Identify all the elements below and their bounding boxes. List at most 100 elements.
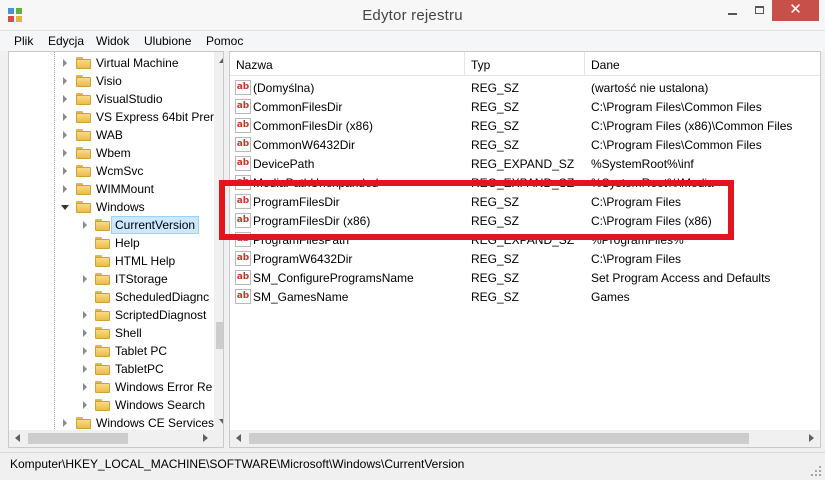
tree-item[interactable]: ScriptedDiagnost <box>9 306 214 324</box>
tree-item[interactable]: WAB <box>9 126 214 144</box>
folder-icon <box>76 165 91 177</box>
value-row[interactable]: ab CommonFilesDir REG_SZ C:\Program Files\C… <box>230 97 820 116</box>
value-type: REG_SZ <box>471 138 520 152</box>
chevron-right-icon[interactable] <box>63 185 67 193</box>
menu-ulubione[interactable]: Ulubione <box>144 34 191 48</box>
chevron-right-icon[interactable] <box>63 113 67 121</box>
scroll-left-icon[interactable] <box>236 434 241 442</box>
column-header-data[interactable]: Dane <box>585 52 820 76</box>
value-name: CommonFilesDir (x86) <box>253 119 374 133</box>
value-row[interactable]: ab CommonW6432Dir REG_SZ C:\Program Files\C… <box>230 135 820 154</box>
tree-item[interactable]: Windows <box>9 198 214 216</box>
menu-widok[interactable]: Widok <box>96 34 129 48</box>
value-row[interactable]: ab CommonFilesDir (x86) REG_SZ C:\Program F… <box>230 116 820 135</box>
tree-item[interactable]: Tablet PC <box>9 342 214 360</box>
chevron-right-icon[interactable] <box>63 77 67 85</box>
scroll-up-icon[interactable] <box>219 58 223 63</box>
chevron-right-icon[interactable] <box>83 347 87 355</box>
string-value-icon: ab <box>235 270 251 285</box>
chevron-down-icon[interactable] <box>61 205 69 210</box>
title-bar: Edytor rejestru ✕ <box>0 0 825 31</box>
minimize-button[interactable] <box>719 0 746 21</box>
highlight-box <box>219 180 734 240</box>
tree-item[interactable]: Wbem <box>9 144 214 162</box>
tree-item-label: CurrentVersion <box>111 216 200 234</box>
chevron-right-icon[interactable] <box>83 311 87 319</box>
scroll-down-icon[interactable] <box>219 419 223 424</box>
maximize-button[interactable] <box>746 0 772 21</box>
tree-item[interactable]: Windows Error Re <box>9 378 214 396</box>
folder-icon <box>76 201 91 213</box>
folder-icon <box>95 237 110 249</box>
value-name: SM_ConfigureProgramsName <box>253 271 414 285</box>
value-type: REG_EXPAND_SZ <box>471 157 575 171</box>
chevron-right-icon[interactable] <box>63 131 67 139</box>
registry-tree[interactable]: Virtual Machine Visio VisualStudio VS Expre… <box>8 51 224 448</box>
chevron-right-icon[interactable] <box>63 95 67 103</box>
tree-item[interactable]: WIMMount <box>9 180 214 198</box>
chevron-right-icon[interactable] <box>83 383 87 391</box>
folder-icon <box>95 309 110 321</box>
tree-item[interactable]: WcmSvc <box>9 162 214 180</box>
string-value-icon: ab <box>235 118 251 133</box>
chevron-right-icon[interactable] <box>83 221 87 229</box>
value-row[interactable]: ab DevicePath REG_EXPAND_SZ %SystemRoot%\in… <box>230 154 820 173</box>
close-icon: ✕ <box>789 1 802 18</box>
tree-vertical-scrollbar[interactable] <box>214 52 223 430</box>
tree-horizontal-scrollbar[interactable] <box>9 430 214 447</box>
folder-icon <box>76 111 91 123</box>
tree-item-label: ScheduledDiagnc <box>115 290 210 304</box>
tree-item[interactable]: Shell <box>9 324 214 342</box>
value-row[interactable]: ab SM_ConfigureProgramsName REG_SZ Set Prog… <box>230 268 820 287</box>
menu-plik[interactable]: Plik <box>14 34 33 48</box>
scroll-thumb[interactable] <box>28 433 128 444</box>
tree-item[interactable]: HTML Help <box>9 252 214 270</box>
chevron-right-icon[interactable] <box>63 149 67 157</box>
menu-pomoc[interactable]: Pomoc <box>206 34 243 48</box>
tree-item[interactable]: Virtual Machine <box>9 54 214 72</box>
values-horizontal-scrollbar[interactable] <box>230 430 820 447</box>
column-header-type[interactable]: Typ <box>465 52 585 76</box>
tree-item[interactable]: CurrentVersion <box>9 216 214 234</box>
string-value-icon: ab <box>235 289 251 304</box>
folder-icon <box>95 273 110 285</box>
string-value-icon: ab <box>235 80 251 95</box>
chevron-right-icon[interactable] <box>63 419 67 427</box>
window-title: Edytor rejestru <box>362 7 463 24</box>
resize-grip-icon[interactable] <box>810 465 822 477</box>
values-list[interactable]: Nazwa Typ Dane ab (Domyślna) REG_SZ (wartoś… <box>229 51 821 448</box>
value-type: REG_SZ <box>471 252 520 266</box>
folder-icon <box>76 93 91 105</box>
menu-edycja[interactable]: Edycja <box>48 34 84 48</box>
chevron-right-icon[interactable] <box>83 275 87 283</box>
tree-item-label: Windows Error Re <box>115 380 213 394</box>
chevron-right-icon[interactable] <box>83 365 87 373</box>
tree-item[interactable]: ITStorage <box>9 270 214 288</box>
scroll-left-icon[interactable] <box>15 434 20 442</box>
tree-item[interactable]: ScheduledDiagnc <box>9 288 214 306</box>
value-row[interactable]: ab SM_GamesName REG_SZ Games <box>230 287 820 306</box>
tree-item[interactable]: VS Express 64bit Prere <box>9 108 221 126</box>
tree-item[interactable]: Help <box>9 234 214 252</box>
scroll-thumb[interactable] <box>249 433 749 444</box>
string-value-icon: ab <box>235 251 251 266</box>
chevron-right-icon[interactable] <box>83 329 87 337</box>
tree-item[interactable]: Visio <box>9 72 214 90</box>
value-data: Set Program Access and Defaults <box>591 271 771 285</box>
folder-icon <box>76 183 91 195</box>
close-button[interactable]: ✕ <box>772 0 819 21</box>
tree-item-label: WIMMount <box>96 182 155 196</box>
tree-item-label: Help <box>115 236 140 250</box>
scroll-right-icon[interactable] <box>203 434 208 442</box>
chevron-right-icon[interactable] <box>63 59 67 67</box>
scroll-right-icon[interactable] <box>809 434 814 442</box>
tree-item[interactable]: VisualStudio <box>9 90 214 108</box>
chevron-right-icon[interactable] <box>63 167 67 175</box>
value-row[interactable]: ab ProgramW6432Dir REG_SZ C:\Program Files <box>230 249 820 268</box>
chevron-right-icon[interactable] <box>83 401 87 409</box>
tree-item[interactable]: Windows Search <box>9 396 214 414</box>
tree-item[interactable]: TabletPC <box>9 360 214 378</box>
value-row[interactable]: ab (Domyślna) REG_SZ (wartość nie ustalona) <box>230 78 820 97</box>
scroll-thumb[interactable] <box>216 322 223 349</box>
column-header-name[interactable]: Nazwa <box>230 52 465 76</box>
